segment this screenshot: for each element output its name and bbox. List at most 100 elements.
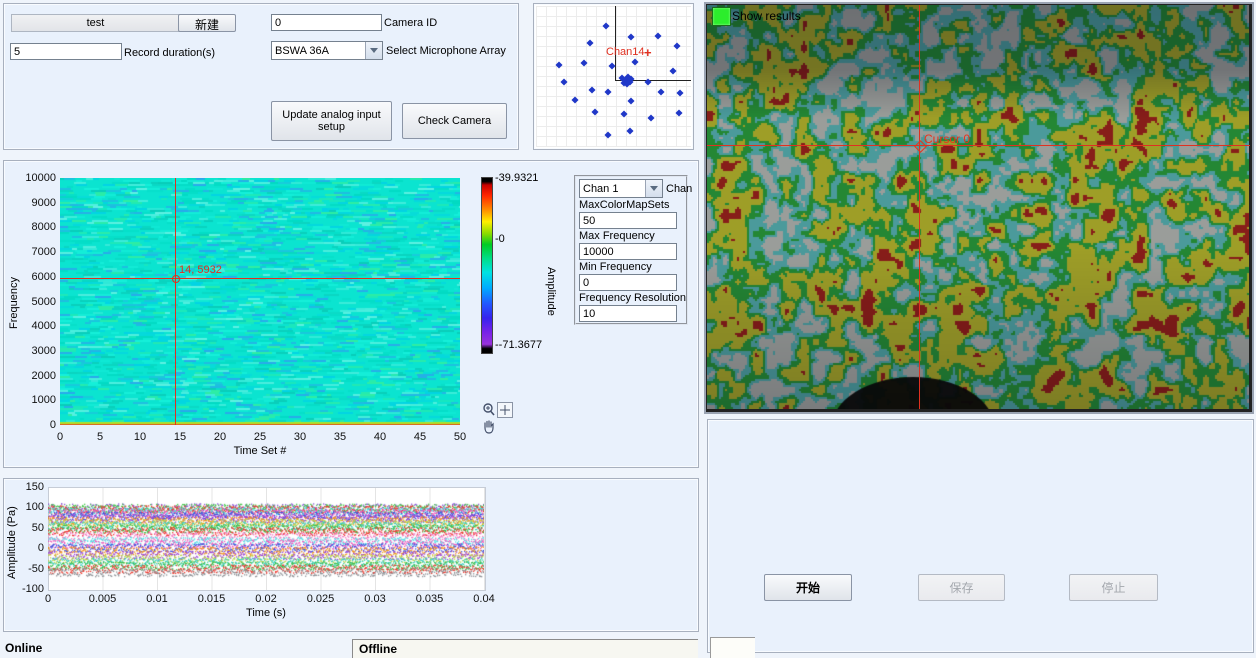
show-results-indicator[interactable] xyxy=(712,7,731,26)
tick-label: 50 xyxy=(454,431,466,443)
tick-label: 0 xyxy=(57,431,63,443)
tick-label: 9000 xyxy=(32,197,56,209)
tick-label: 0 xyxy=(50,419,56,431)
status-corner-box xyxy=(710,637,755,658)
tick-label: 3000 xyxy=(32,345,56,357)
colorbar-amplitude-label: Amplitude xyxy=(545,229,557,354)
colorbar xyxy=(481,177,493,354)
new-button[interactable]: 新建 xyxy=(178,14,236,32)
camera-view-panel: Cursor 0 Show results xyxy=(704,2,1254,414)
frequency-resolution-input[interactable] xyxy=(579,305,677,322)
mic-array-panel: Chan14 + xyxy=(533,3,694,150)
online-status-label: Online xyxy=(5,641,42,655)
pan-tool-icon[interactable] xyxy=(481,419,513,435)
start-button[interactable]: 开始 xyxy=(764,574,852,601)
waveform-plot[interactable] xyxy=(48,487,484,589)
tick-label: 25 xyxy=(254,431,266,443)
mic-position-dot xyxy=(602,22,609,29)
spectrogram-xticks: 05101520253035404550 xyxy=(60,431,460,443)
chan-label: Chan xyxy=(666,183,692,195)
acoustic-camera-app: test 新建 Camera ID Record duration(s) BSW… xyxy=(0,0,1256,658)
tick-label: 0.01 xyxy=(146,593,167,605)
mic-position-dot xyxy=(673,42,680,49)
mic-array-select[interactable]: BSWA 36A xyxy=(271,41,383,60)
tick-label: 5000 xyxy=(32,296,56,308)
tick-label: 0.025 xyxy=(307,593,335,605)
mic-position-dot xyxy=(626,127,633,134)
record-duration-input[interactable] xyxy=(10,43,122,60)
stop-button[interactable]: 停止 xyxy=(1069,574,1158,601)
mic-cursor-label: Chan14 xyxy=(606,46,645,58)
tick-label: 10000 xyxy=(25,172,56,184)
tick-label: 50 xyxy=(32,522,44,534)
mic-position-dot xyxy=(654,32,661,39)
max-frequency-input[interactable] xyxy=(579,243,677,260)
spectrogram-cursor-hline[interactable] xyxy=(60,278,460,279)
mic-position-dot xyxy=(571,96,578,103)
tick-label: 0.04 xyxy=(473,593,494,605)
tick-label: 15 xyxy=(174,431,186,443)
mic-position-dot xyxy=(675,109,682,116)
mic-position-dot xyxy=(647,114,654,121)
min-frequency-label: Min Frequency xyxy=(579,261,686,273)
tick-label: 6000 xyxy=(32,271,56,283)
camera-cursor-hline[interactable] xyxy=(707,145,1250,146)
tick-label: 4000 xyxy=(32,320,56,332)
tick-label: 150 xyxy=(26,481,44,493)
mic-array-plot[interactable]: Chan14 + xyxy=(536,6,691,147)
mic-cursor-cross-icon[interactable]: + xyxy=(644,48,652,58)
chevron-down-icon[interactable] xyxy=(365,42,382,59)
mic-position-dot xyxy=(627,97,634,104)
spectrogram-cursor-vline[interactable] xyxy=(175,178,176,425)
tick-label: 20 xyxy=(214,431,226,443)
tick-label: 0.035 xyxy=(416,593,444,605)
mic-position-dot xyxy=(604,88,611,95)
tick-label: 45 xyxy=(414,431,426,443)
tick-label: 35 xyxy=(334,431,346,443)
min-frequency-input[interactable] xyxy=(579,274,677,291)
camera-image[interactable] xyxy=(707,5,1249,409)
save-button[interactable]: 保存 xyxy=(918,574,1005,601)
tick-label: 0.005 xyxy=(89,593,117,605)
tick-label: -100 xyxy=(22,583,44,595)
show-results-label: Show results xyxy=(732,9,801,23)
mic-position-dot xyxy=(604,131,611,138)
tick-label: -50 xyxy=(28,563,44,575)
colorbar-min-label: --71.3677 xyxy=(495,339,542,351)
max-frequency-label: Max Frequency xyxy=(579,230,686,242)
chevron-down-icon[interactable] xyxy=(645,180,662,197)
cursor-tool-icon[interactable] xyxy=(497,402,513,418)
check-camera-button[interactable]: Check Camera xyxy=(402,103,507,139)
spectrogram-cursor-center-marker[interactable] xyxy=(172,275,180,283)
waveform-xlabel: Time (s) xyxy=(206,607,326,619)
max-colormap-input[interactable] xyxy=(579,212,677,229)
camera-id-label: Camera ID xyxy=(384,17,437,29)
mic-array-y-axis xyxy=(615,6,616,80)
channel-select[interactable]: Chan 1 xyxy=(579,179,663,198)
update-analog-input-button[interactable]: Update analog input setup xyxy=(271,101,392,141)
tick-label: 100 xyxy=(26,501,44,513)
tick-label: 0.03 xyxy=(364,593,385,605)
mic-position-dot xyxy=(591,108,598,115)
graph-tools-palette xyxy=(481,402,513,435)
spectrogram-plot[interactable] xyxy=(60,178,460,425)
camera-cursor-label: Cursor 0 xyxy=(924,132,970,146)
mic-position-dot xyxy=(588,86,595,93)
offline-status-bar: Offline xyxy=(352,639,698,658)
tick-label: 0.015 xyxy=(198,593,226,605)
spectrogram-xlabel: Time Set # xyxy=(200,445,320,457)
tick-label: 0 xyxy=(45,593,51,605)
mic-array-label: Select Microphone Array xyxy=(386,45,506,57)
actions-panel: 开始 保存 停止 xyxy=(707,419,1254,653)
tick-label: 1000 xyxy=(32,394,56,406)
tick-label: 10 xyxy=(134,431,146,443)
offline-status-label: Offline xyxy=(353,640,698,658)
zoom-tool-icon[interactable] xyxy=(481,402,497,418)
session-name-input[interactable]: test xyxy=(11,14,180,32)
tick-label: 2000 xyxy=(32,370,56,382)
tick-label: 0.02 xyxy=(255,593,276,605)
camera-id-input[interactable] xyxy=(271,14,382,31)
camera-cursor-vline[interactable] xyxy=(919,5,920,409)
max-colormap-label: MaxColorMapSets xyxy=(579,199,686,211)
mic-array-value: BSWA 36A xyxy=(272,45,365,57)
